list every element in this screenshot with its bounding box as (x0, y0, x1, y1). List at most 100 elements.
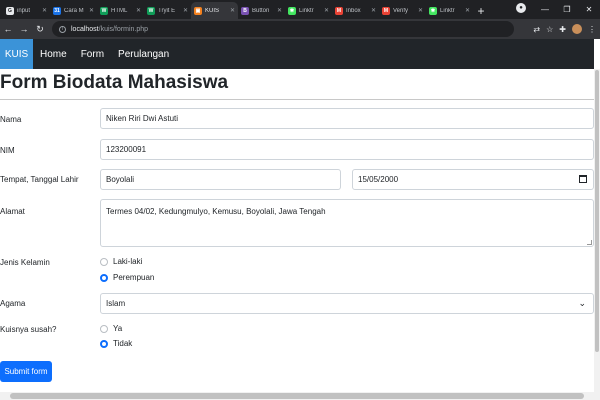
forward-icon[interactable]: → (16, 24, 32, 34)
back-icon[interactable]: ← (0, 24, 16, 34)
submit-button[interactable]: Submit form (0, 361, 52, 382)
tab-favicon-icon: ✱ (429, 6, 437, 15)
site-navbar: KUIS Home Form Perulangan (0, 39, 594, 69)
url-path: /kuis/formin.php (98, 25, 149, 33)
tab-favicon-icon: G (6, 6, 14, 15)
resize-handle-icon[interactable] (587, 240, 592, 245)
navbar-brand[interactable]: KUIS (0, 39, 33, 69)
tab-close-icon[interactable]: ✕ (277, 7, 282, 14)
alamat-textarea[interactable]: Termes 04/02, Kedungmulyo, Kemusu, Boyol… (100, 199, 594, 247)
chevron-down-icon: ⌄ (578, 298, 586, 308)
tab-close-icon[interactable]: ✕ (230, 7, 235, 14)
tab-favicon-icon: ▣ (194, 6, 202, 15)
nav-link-home[interactable]: Home (33, 39, 74, 69)
tab-label: Verify (393, 7, 409, 14)
tab-label: Button (252, 7, 270, 14)
vertical-scrollbar-thumb[interactable] (595, 70, 599, 352)
page-content: Form Biodata Mahasiswa Nama Niken Riri D… (0, 69, 594, 392)
tab-close-icon[interactable]: ✕ (136, 7, 141, 14)
radio-laki-laki-circle[interactable] (100, 257, 108, 266)
tab-favicon-icon: M (335, 6, 343, 15)
tab-label: KUIS (205, 7, 220, 14)
alamat-value: Termes 04/02, Kedungmulyo, Kemusu, Boyol… (106, 207, 326, 216)
radio-ya-circle[interactable] (100, 324, 108, 333)
tab-label: Tryit E (158, 7, 176, 14)
profile-avatar[interactable] (572, 24, 582, 34)
tab-close-icon[interactable]: ✕ (324, 7, 329, 14)
tanggal-lahir-input[interactable]: 15/05/2000 (352, 169, 594, 190)
agama-selected-value: Islam (106, 299, 126, 308)
address-bar[interactable]: i localhost/kuis/formin.php (52, 21, 514, 37)
agama-label: Agama (0, 299, 26, 308)
divider (0, 99, 594, 100)
agama-select[interactable]: Islam ⌄ (100, 293, 594, 314)
browser-tab[interactable]: Ginput ✕ (3, 2, 50, 19)
tab-label: HTML (111, 7, 128, 14)
calendar-icon[interactable] (579, 175, 587, 183)
browser-tab[interactable]: W Tryit E ✕ (144, 2, 191, 19)
tab-close-icon[interactable]: ✕ (42, 7, 47, 14)
bookmark-star-icon[interactable]: ☆ (546, 25, 553, 34)
browser-tab[interactable]: ▣ KUIS ✕ (191, 2, 238, 19)
nav-link-form[interactable]: Form (74, 39, 111, 69)
jenis-kelamin-label: Jenis Kelamin (0, 258, 50, 267)
browser-tab[interactable]: M Verify ✕ (379, 2, 426, 19)
nama-input[interactable]: Niken Riri Dwi Astuti (100, 108, 594, 129)
tab-close-icon[interactable]: ✕ (371, 7, 376, 14)
tab-close-icon[interactable]: ✕ (418, 7, 423, 14)
menu-icon[interactable]: ⋮ (588, 25, 596, 34)
tab-label: Linktr (299, 7, 314, 14)
extensions-icon[interactable]: ✚ (559, 25, 566, 34)
minimize-icon[interactable]: — (534, 5, 556, 14)
nav-link-perulangan[interactable]: Perulangan (111, 39, 176, 69)
vertical-scrollbar[interactable] (594, 69, 600, 400)
browser-tab[interactable]: W HTML ✕ (97, 2, 144, 19)
radio-perempuan-circle[interactable] (100, 273, 108, 282)
browser-tab[interactable]: B Button ✕ (238, 2, 285, 19)
tempat-lahir-input[interactable]: Boyolali (100, 169, 341, 190)
tab-label: Linktr (440, 7, 455, 14)
radio-laki-laki-label: Laki-laki (113, 257, 143, 266)
tab-close-icon[interactable]: ✕ (183, 7, 188, 14)
radio-tidak[interactable]: Tidak (100, 339, 132, 348)
tab-search-icon[interactable]: ● (516, 3, 526, 13)
site-info-icon[interactable]: i (59, 25, 66, 33)
url-host: localhost (71, 25, 99, 33)
tanggal-lahir-value: 15/05/2000 (358, 175, 399, 184)
browser-tab[interactable]: M Inbox ✕ (332, 2, 379, 19)
browser-toolbar: ← → ↻ i localhost/kuis/formin.php ⇄ ☆ ✚ … (0, 19, 600, 39)
tab-favicon-icon: W (147, 6, 155, 15)
horizontal-scrollbar[interactable] (0, 392, 594, 400)
tab-label: Cara M (64, 7, 84, 14)
close-window-icon[interactable]: ✕ (578, 5, 600, 14)
reload-icon[interactable]: ↻ (32, 24, 48, 35)
radio-tidak-label: Tidak (113, 339, 133, 348)
tab-favicon-icon: M (382, 6, 390, 15)
alamat-label: Alamat (0, 207, 25, 216)
kuis-label: Kuisnya susah? (0, 325, 57, 334)
tab-close-icon[interactable]: ✕ (465, 7, 470, 14)
tab-label: Inbox (346, 7, 361, 14)
nama-label: Nama (0, 115, 22, 124)
browser-tab[interactable]: ✱ Linktr ✕ (285, 2, 332, 19)
tab-close-icon[interactable]: ✕ (89, 7, 94, 14)
ttl-label: Tempat, Tanggal Lahir (0, 175, 79, 184)
browser-tab[interactable]: 31 Cara M ✕ (50, 2, 97, 19)
new-tab-button[interactable]: + (473, 2, 489, 19)
radio-ya[interactable]: Ya (100, 324, 122, 333)
browser-tab[interactable]: ✱ Linktr ✕ (426, 2, 473, 19)
radio-ya-label: Ya (113, 324, 123, 333)
horizontal-scrollbar-thumb[interactable] (10, 393, 584, 399)
window-controls: — ❐ ✕ (534, 0, 600, 18)
radio-laki-laki[interactable]: Laki-laki (100, 257, 142, 266)
radio-perempuan[interactable]: Perempuan (100, 273, 154, 282)
translate-icon[interactable]: ⇄ (533, 25, 540, 34)
tab-favicon-icon: W (100, 6, 108, 15)
nim-input[interactable]: 123200091 (100, 139, 594, 160)
tab-favicon-icon: 31 (53, 6, 61, 15)
nim-label: NIM (0, 146, 15, 155)
page-title: Form Biodata Mahasiswa (0, 72, 229, 93)
radio-tidak-circle[interactable] (100, 339, 108, 348)
maximize-icon[interactable]: ❐ (556, 5, 578, 14)
radio-perempuan-label: Perempuan (113, 273, 155, 282)
